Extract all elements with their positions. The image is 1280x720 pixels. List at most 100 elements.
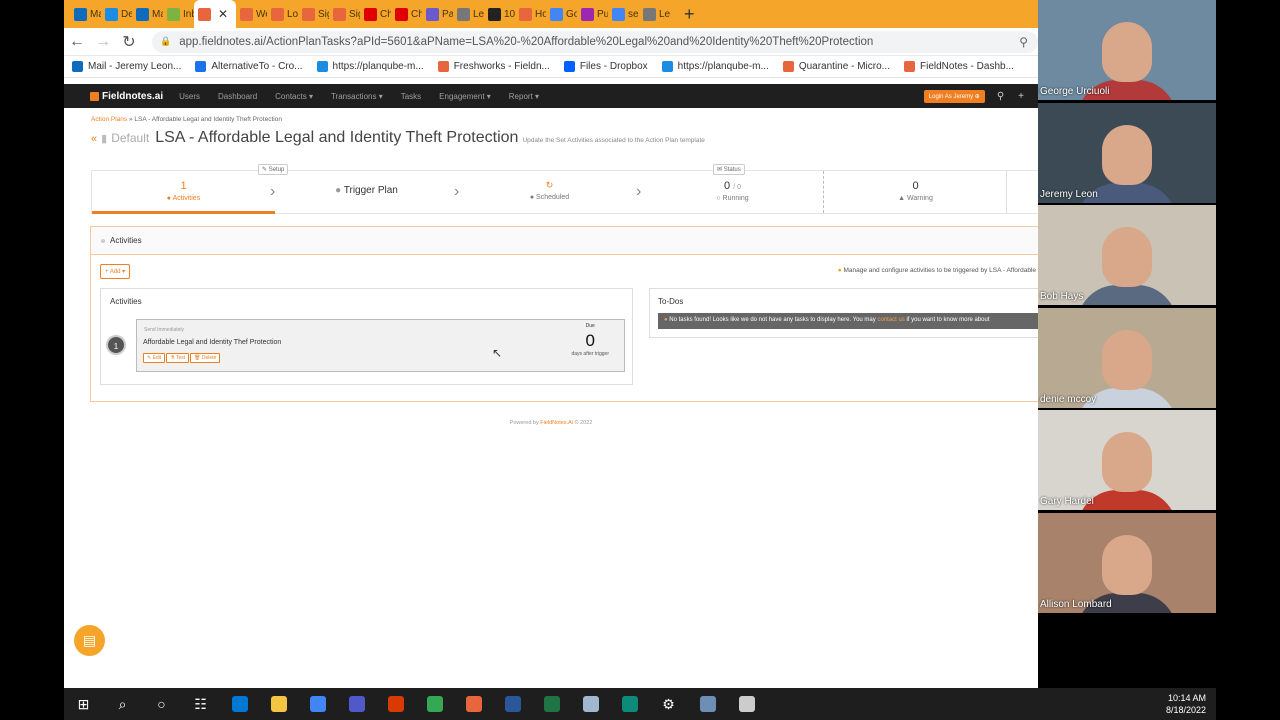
participant-video-tile[interactable]: George Urciuoli — [1038, 0, 1216, 100]
cortana-icon[interactable]: ○ — [142, 688, 181, 720]
nav-tasks[interactable]: Tasks — [401, 92, 421, 101]
browser-tab[interactable]: Log — [267, 0, 298, 28]
footer-brand-link[interactable]: FieldNotes.Ai — [540, 420, 573, 426]
chrome-icon[interactable] — [415, 688, 454, 720]
step-activities[interactable]: 1 ● Activities — [92, 171, 275, 214]
clock-date: 8/18/2022 — [1165, 705, 1206, 715]
calculator-icon[interactable] — [688, 688, 727, 720]
running-label: ○ Running — [716, 195, 749, 202]
bookmark-item[interactable]: AlternativeTo - Cro... — [195, 61, 303, 72]
new-tab-button[interactable]: + — [684, 4, 695, 25]
bullet-icon — [101, 238, 105, 243]
start-icon[interactable]: ⊞ — [64, 688, 103, 720]
browser-tab[interactable]: Leg — [639, 0, 670, 28]
file-explorer-icon[interactable] — [259, 688, 298, 720]
browser-tab[interactable]: Hov — [515, 0, 546, 28]
bookmark-item[interactable]: Files - Dropbox — [563, 61, 648, 72]
close-tab-icon[interactable]: ✕ — [218, 7, 228, 21]
browser-tab[interactable]: Inb — [163, 0, 194, 28]
chrome-profile-icon[interactable] — [298, 688, 337, 720]
edge-icon[interactable] — [610, 688, 649, 720]
browser-tab[interactable]: 10+ — [484, 0, 515, 28]
browser-tab[interactable]: Mai — [70, 0, 101, 28]
snipping-tool-icon[interactable] — [727, 688, 766, 720]
browser-tab[interactable]: ✕ — [194, 0, 236, 28]
search-icon[interactable]: ⚲ — [997, 91, 1004, 102]
bookmark-item[interactable]: Quarantine - Micro... — [782, 61, 890, 72]
nav-contacts[interactable]: Contacts ▾ — [275, 92, 313, 101]
office-icon[interactable] — [376, 688, 415, 720]
back-icon[interactable]: ← — [64, 33, 90, 51]
participant-name: George Urciuoli — [1040, 86, 1110, 97]
bookmark-item[interactable]: Mail - Jeremy Leon... — [72, 61, 181, 72]
participant-video-tile[interactable]: Jeremy Leon — [1038, 102, 1216, 203]
participant-video-tile[interactable]: Gary Hardel — [1038, 410, 1216, 511]
tab-label: 10+ — [504, 8, 515, 20]
nav-engagement[interactable]: Engagement ▾ — [439, 92, 491, 101]
delete-button[interactable]: 🗑 Delete — [190, 353, 221, 363]
excel-icon[interactable] — [532, 688, 571, 720]
participant-video-tile[interactable]: Allison Lombard — [1038, 513, 1216, 613]
video-call-panel: George Urciuoli Jeremy Leon Bob Hays denie … — [1038, 0, 1216, 688]
activity-card[interactable]: Send Immediately Affordable Legal and Id… — [136, 319, 625, 372]
browser-tab[interactable]: Leg — [453, 0, 484, 28]
url-field[interactable]: 🔒 app.fieldnotes.ai/ActionPlanTasks?aPId… — [152, 30, 1038, 53]
zoom-icon[interactable]: ⚲ — [1019, 35, 1028, 49]
browser-tab[interactable]: Pur — [577, 0, 608, 28]
add-activity-button[interactable]: + Add ▾ — [100, 264, 131, 279]
todos-panel: To-Dos ● No tasks found! Looks like we d… — [649, 288, 1038, 338]
browser-tab[interactable]: Cha — [391, 0, 422, 28]
word-icon[interactable] — [493, 688, 532, 720]
login-as-button[interactable]: Login As Jeremy ⊕ — [923, 89, 985, 103]
participant-avatar — [1102, 227, 1152, 288]
nav-users[interactable]: Users — [179, 92, 200, 101]
search-icon[interactable]: ⌕ — [103, 688, 142, 720]
nav-report[interactable]: Report ▾ — [509, 92, 539, 101]
plan-title: LSA - Affordable Legal and Identity Thef… — [155, 129, 519, 146]
edit-button[interactable]: ✎ Edit — [143, 353, 166, 363]
breadcrumb-action-plans[interactable]: Action Plans — [91, 116, 127, 123]
browser-tab[interactable]: We — [236, 0, 267, 28]
chrome-app-icon[interactable] — [454, 688, 493, 720]
browser-tab[interactable]: Dep — [101, 0, 132, 28]
bookmark-favicon-icon — [661, 61, 673, 72]
teams-icon[interactable] — [337, 688, 376, 720]
tab-label: Pur — [597, 8, 608, 20]
bookmark-label: AlternativeTo - Cro... — [211, 61, 303, 72]
browser-tab[interactable]: Sigr — [329, 0, 360, 28]
browser-tab[interactable]: ses — [608, 0, 639, 28]
settings-icon[interactable]: ⚙ — [649, 688, 688, 720]
step-warning[interactable]: 0 ▲ Warning — [824, 171, 1007, 213]
tab-favicon-icon — [581, 7, 594, 21]
browser-tab[interactable]: Mai — [132, 0, 163, 28]
azure-devops-icon[interactable] — [220, 688, 259, 720]
warning-count: 0 — [912, 180, 919, 192]
bookmark-item[interactable]: https://planqube-m... — [316, 61, 424, 72]
fieldnotes-logo[interactable]: Fieldnotes.ai — [90, 91, 163, 102]
nav-transactions[interactable]: Transactions ▾ — [331, 92, 383, 101]
step-scheduled[interactable]: ↻ ● Scheduled — [458, 171, 641, 213]
bookmark-item[interactable]: Freshworks - Fieldn... — [437, 61, 550, 72]
system-clock[interactable]: 10:14 AM 8/18/2022 — [1166, 692, 1206, 716]
bookmark-item[interactable]: FieldNotes - Dashb... — [903, 61, 1014, 72]
step-running[interactable]: 0 / 0 ○ Running — [641, 171, 824, 213]
participant-video-tile[interactable]: Bob Hays — [1038, 205, 1216, 306]
nav-dashboard[interactable]: Dashboard — [218, 92, 257, 101]
test-button[interactable]: ⚗ Test — [166, 353, 190, 363]
participant-video-tile[interactable]: denie mccoy — [1038, 307, 1216, 408]
forward-icon[interactable]: → — [90, 33, 116, 51]
contact-us-link[interactable]: contact us — [877, 317, 904, 323]
browser-tab[interactable]: Cha — [360, 0, 391, 28]
chat-widget-button[interactable]: ▤ — [74, 625, 105, 656]
browser-tab[interactable]: Sigr — [298, 0, 329, 28]
plus-icon[interactable]: + — [1018, 91, 1024, 102]
bookmark-item[interactable]: https://planqube-m... — [661, 61, 769, 72]
bookmark-favicon-icon — [563, 61, 575, 72]
back-arrow-icon[interactable]: « — [91, 133, 97, 145]
reload-icon[interactable]: ↻ — [116, 32, 142, 52]
browser-tab[interactable]: Goc — [546, 0, 577, 28]
notepad-icon[interactable] — [571, 688, 610, 720]
task-view-icon[interactable]: ☷ — [181, 688, 220, 720]
step-trigger-plan[interactable]: ● Trigger Plan — [275, 171, 458, 213]
browser-tab[interactable]: Pay — [422, 0, 453, 28]
